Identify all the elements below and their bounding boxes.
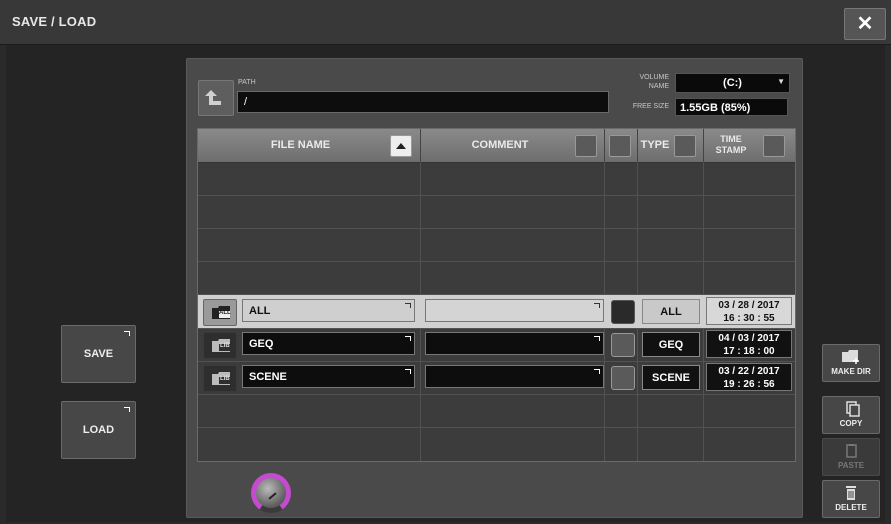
column-time-stamp: TIME STAMP — [703, 129, 759, 162]
make-dir-label: MAKE DIR — [831, 367, 871, 376]
knob-pointer — [268, 492, 277, 500]
volume-name-label: VOLUME NAME — [607, 73, 669, 91]
volume-select[interactable]: (C:) ▼ — [675, 73, 790, 93]
edit-corner-icon — [405, 336, 411, 341]
file-name-field[interactable]: ALL — [242, 299, 415, 322]
sort-type-button[interactable] — [674, 135, 696, 157]
time-stamp-date: 04 / 03 / 2017 — [718, 333, 780, 344]
time-stamp-time: 19 : 26 : 56 — [723, 379, 775, 390]
save-label: SAVE — [83, 348, 114, 360]
paste-icon — [846, 444, 857, 458]
column-file-name: FILE NAME — [270, 139, 331, 151]
dropdown-caret-icon: ▼ — [777, 77, 785, 86]
free-size-value: 1.55GB (85%) — [675, 98, 788, 116]
column-type: TYPE — [640, 139, 670, 151]
edit-corner-icon — [405, 303, 411, 308]
copy-icon — [846, 401, 860, 417]
paste-label: PASTE — [837, 461, 865, 470]
file-type-badge: GEQ — [642, 332, 700, 357]
time-stamp: 04 / 03 / 2017 17 : 18 : 00 — [706, 330, 792, 358]
time-stamp: 03 / 22 / 2017 19 : 26 : 56 — [706, 363, 792, 391]
make-dir-button[interactable]: MAKE DIR — [822, 344, 880, 382]
row-select-checkbox[interactable] — [611, 333, 635, 357]
sort-time-stamp-button[interactable] — [763, 135, 785, 157]
comment-field[interactable] — [425, 365, 604, 388]
title-bar: SAVE / LOAD ✕ — [0, 0, 891, 45]
edit-corner-icon — [594, 369, 600, 374]
folder-tag: LIB — [220, 376, 230, 382]
time-stamp-line2: STAMP — [715, 145, 747, 155]
time-stamp-time: 16 : 30 : 55 — [723, 313, 775, 324]
delete-label: DELETE — [835, 503, 867, 512]
file-name-text: SCENE — [249, 371, 287, 383]
edit-corner-icon — [594, 336, 600, 341]
sort-file-name-button[interactable] — [390, 135, 412, 157]
scroll-knob[interactable] — [251, 473, 291, 513]
folder-button[interactable]: ALL — [203, 299, 237, 326]
copy-label: COPY — [839, 419, 863, 428]
load-label: LOAD — [82, 424, 115, 436]
close-button[interactable]: ✕ — [844, 8, 886, 40]
row-select-checkbox[interactable] — [611, 366, 635, 390]
comment-field[interactable] — [425, 332, 604, 355]
folder-button[interactable]: LIB — [203, 365, 237, 392]
delete-button[interactable]: DELETE — [822, 480, 880, 518]
time-stamp-time: 17 : 18 : 00 — [723, 346, 775, 357]
table-header: FILE NAME COMMENT TYPE TIME STAMP — [198, 129, 795, 163]
row-select-checkbox[interactable] — [611, 300, 635, 324]
knob-cap — [256, 478, 286, 508]
time-stamp-date: 03 / 28 / 2017 — [718, 300, 780, 311]
trash-icon — [846, 486, 856, 500]
volume-value: (C:) — [723, 77, 742, 89]
window-title: SAVE / LOAD — [12, 14, 97, 29]
folder-button[interactable]: LIB — [203, 332, 237, 359]
folder-tag: LIB — [220, 343, 230, 349]
edit-corner-icon — [594, 303, 600, 308]
sort-select-button[interactable] — [609, 135, 631, 157]
file-name-text: GEQ — [249, 338, 274, 350]
file-type-badge: SCENE — [642, 365, 700, 390]
volume-label-line2: NAME — [648, 83, 669, 90]
comment-field[interactable] — [425, 299, 604, 322]
file-type-badge: ALL — [642, 299, 700, 324]
file-name-field[interactable]: SCENE — [242, 365, 415, 388]
popup-corner-icon — [124, 331, 130, 336]
column-comment: COMMENT — [471, 139, 529, 151]
popup-corner-icon — [124, 407, 130, 412]
file-browser-panel: PATH / VOLUME NAME (C:) ▼ FREE SIZE 1.55… — [186, 58, 803, 518]
sort-comment-button[interactable] — [575, 135, 597, 157]
file-name-text: ALL — [249, 305, 271, 317]
edit-corner-icon — [405, 369, 411, 374]
time-stamp-date: 03 / 22 / 2017 — [718, 366, 780, 377]
path-field[interactable]: / — [237, 91, 609, 113]
folder-tag: ALL — [219, 310, 231, 316]
volume-label-line1: VOLUME — [639, 74, 669, 81]
up-arrow-icon — [205, 90, 221, 105]
new-folder-icon — [842, 350, 859, 364]
file-table: FILE NAME COMMENT TYPE TIME STAMP ALL AL… — [197, 128, 796, 462]
parent-directory-button[interactable] — [198, 80, 234, 116]
sort-ascending-icon — [396, 143, 406, 149]
load-button[interactable]: LOAD — [61, 401, 136, 459]
free-size-label: FREE SIZE — [632, 103, 669, 110]
time-stamp: 03 / 28 / 2017 16 : 30 : 55 — [706, 297, 792, 325]
paste-button[interactable]: PASTE — [822, 438, 880, 476]
time-stamp-line1: TIME — [720, 134, 742, 144]
file-name-field[interactable]: GEQ — [242, 332, 415, 355]
save-button[interactable]: SAVE — [61, 325, 136, 383]
copy-button[interactable]: COPY — [822, 396, 880, 434]
path-label: PATH — [238, 79, 256, 86]
